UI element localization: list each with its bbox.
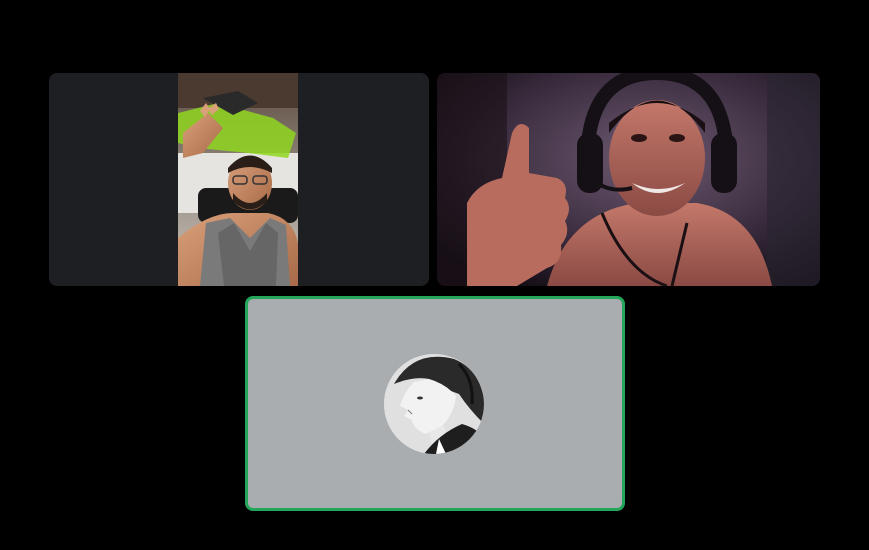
participant-video-feed [178, 73, 298, 286]
participant-video-feed [437, 73, 820, 286]
participant-avatar-tile[interactable] [245, 296, 625, 511]
participant-avatar [384, 354, 484, 454]
participant-video-tile[interactable] [437, 73, 820, 286]
video-call-grid [0, 0, 869, 550]
participant-video-tile[interactable] [49, 73, 429, 286]
